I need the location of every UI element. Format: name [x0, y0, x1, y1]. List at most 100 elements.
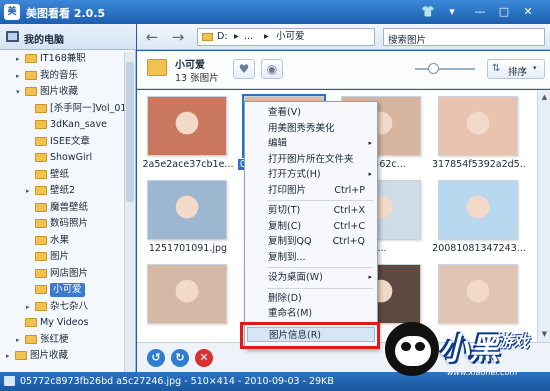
- folder-icon: [35, 268, 47, 278]
- context-menu-item[interactable]: 查看(V): [247, 105, 375, 120]
- zoom-slider-handle[interactable]: [428, 63, 439, 74]
- context-menu-item[interactable]: 打开方式(H) ▸: [247, 167, 375, 182]
- thumbnail-item[interactable]: 20081081347243...: [432, 176, 526, 258]
- context-menu-item[interactable]: 打开图片所在文件夹: [247, 152, 375, 167]
- tree-expander-icon[interactable]: ▸: [26, 300, 34, 314]
- favorite-button[interactable]: ♥: [233, 59, 255, 79]
- minimize-icon[interactable]: —: [472, 5, 488, 19]
- watermark-game: 游戏: [497, 332, 530, 351]
- menu-icon[interactable]: ▾: [444, 5, 460, 19]
- context-menu-item[interactable]: 复制(C) Ctrl+C: [247, 219, 375, 234]
- menu-item-label: 查看(V): [268, 107, 301, 118]
- context-menu-item[interactable]: 编辑 ▸: [247, 136, 375, 151]
- thumbnail-item[interactable]: 2a5e2ace37cb1e...: [141, 92, 235, 174]
- folder-icon: [35, 153, 47, 162]
- sidebar-item-label: My Videos: [40, 317, 89, 328]
- menu-item-label: 删除(D): [268, 292, 302, 304]
- folder-name: 小可爱: [175, 60, 205, 71]
- sidebar-scrollbar[interactable]: [124, 52, 135, 372]
- thumbnail-item[interactable]: 1251701091.jpg: [141, 176, 235, 258]
- tree-expander-icon[interactable]: ▸: [6, 349, 14, 363]
- path-ellipsis[interactable]: ...: [244, 31, 253, 43]
- thumbnail-caption: 2a5e2ace37cb1e...: [142, 159, 234, 170]
- folder-icon: [35, 120, 47, 129]
- rotate-right-button[interactable]: ↻: [171, 349, 189, 367]
- context-menu-item[interactable]: 重命名(M): [247, 306, 375, 321]
- context-menu-item[interactable]: 复制到...: [247, 250, 375, 265]
- context-menu-item[interactable]: 用美图秀秀美化: [247, 121, 375, 136]
- close-icon[interactable]: ✕: [520, 5, 536, 19]
- computer-icon: [6, 31, 19, 42]
- submenu-arrow-icon: ▸: [368, 170, 372, 178]
- tree-expander-icon[interactable]: ▸: [16, 52, 24, 66]
- sidebar-item-label: 张红梗: [40, 333, 69, 345]
- path-folder[interactable]: 小可爱: [276, 31, 305, 43]
- thumbnail-image[interactable]: [147, 96, 227, 156]
- sidebar-header-my-computer[interactable]: 我的电脑: [0, 24, 136, 50]
- menu-item-label: 用美图秀秀美化: [268, 122, 335, 134]
- folder-icon: [35, 186, 47, 195]
- sidebar-scroll-thumb[interactable]: [126, 62, 134, 202]
- sidebar-root-label: 我的电脑: [24, 35, 64, 46]
- folder-header: 小可爱 13 张图片 ♥ ◉ ⇅ 排序 ▾: [137, 51, 550, 89]
- sort-button[interactable]: ⇅ 排序 ▾: [487, 59, 545, 79]
- folder-icon: [35, 219, 47, 228]
- tree-expander-icon[interactable]: ▾: [16, 85, 24, 99]
- thumbnail-item[interactable]: [141, 260, 235, 342]
- rotate-left-button[interactable]: ↺: [147, 349, 165, 367]
- thumbnail-image[interactable]: [147, 264, 227, 324]
- path-drive[interactable]: D:: [217, 31, 228, 43]
- mascot-face: [395, 336, 431, 366]
- sidebar-item-label: 我的音乐: [40, 69, 79, 81]
- scroll-up-icon[interactable]: ▲: [540, 93, 549, 102]
- path-bar[interactable]: D: ▸ ... ▸ 小可爱: [197, 28, 375, 46]
- back-button[interactable]: ←: [143, 28, 161, 46]
- context-menu-item[interactable]: 复制到QQ Ctrl+Q: [247, 234, 375, 249]
- image-count: 13 张图片: [175, 73, 219, 84]
- thumbnail-image[interactable]: [438, 96, 518, 156]
- folder-icon: [35, 136, 47, 146]
- thumbnail-image[interactable]: [438, 180, 518, 240]
- sidebar-item-label: 网店图片: [50, 267, 89, 279]
- menu-separator: [267, 200, 373, 201]
- sidebar-item-label: 3dKan_save: [50, 119, 107, 130]
- context-menu-item[interactable]: 剪切(T) Ctrl+X: [247, 203, 375, 218]
- forward-button[interactable]: →: [169, 28, 187, 46]
- shirt-icon[interactable]: 👕: [420, 5, 436, 19]
- view-mode-button[interactable]: ◉: [261, 59, 283, 79]
- path-separator[interactable]: ▸: [264, 31, 269, 43]
- folder-icon: [35, 202, 47, 212]
- path-separator[interactable]: ▸: [234, 31, 239, 43]
- tree-expander-icon[interactable]: ▸: [16, 69, 24, 83]
- sidebar-item-label: 图片: [50, 251, 70, 262]
- menu-item-shortcut: Ctrl+X: [333, 205, 365, 216]
- thumbnail-image[interactable]: [147, 180, 227, 240]
- app-logo-icon: 美: [4, 4, 20, 20]
- menu-item-shortcut: Ctrl+C: [333, 220, 366, 232]
- folder-icon: [25, 318, 37, 327]
- context-menu-item[interactable]: 设为桌面(W) ▸: [247, 270, 375, 285]
- thumbnail-caption: 20081081347243...: [432, 243, 526, 254]
- thumbnail-item[interactable]: 317854f5392a2d5...: [432, 92, 526, 174]
- sidebar-item-label: 魔兽壁纸: [50, 201, 89, 213]
- zoom-slider[interactable]: [415, 68, 475, 70]
- highlight-box: [240, 322, 380, 349]
- sidebar-item-label: 数码照片: [50, 218, 89, 229]
- delete-button[interactable]: ✕: [195, 349, 213, 367]
- folder-icon: [25, 87, 37, 96]
- context-menu-item[interactable]: 删除(D): [247, 291, 375, 306]
- submenu-arrow-icon: ▸: [368, 139, 372, 147]
- panda-mascot-icon: [385, 322, 439, 376]
- site-watermark-logo: 小黑 游戏 www.xiaohei.com: [385, 314, 550, 378]
- tree-expander-icon[interactable]: ▸: [26, 184, 34, 198]
- toolbar: ← → D: ▸ ... ▸ 小可爱 搜索图片: [137, 24, 550, 50]
- folder-icon: [35, 103, 47, 113]
- sidebar-item-label: 图片收藏: [40, 86, 79, 97]
- context-menu-item[interactable]: 打印图片 Ctrl+P: [247, 183, 375, 198]
- maximize-icon[interactable]: □: [496, 5, 512, 19]
- folder-icon: [25, 54, 37, 63]
- grid-scrollbar[interactable]: ▲ ▼: [537, 90, 550, 342]
- tree-expander-icon[interactable]: ▸: [16, 333, 24, 347]
- sidebar-item-label: 壁纸2: [50, 185, 76, 196]
- search-input[interactable]: 搜索图片: [383, 28, 545, 46]
